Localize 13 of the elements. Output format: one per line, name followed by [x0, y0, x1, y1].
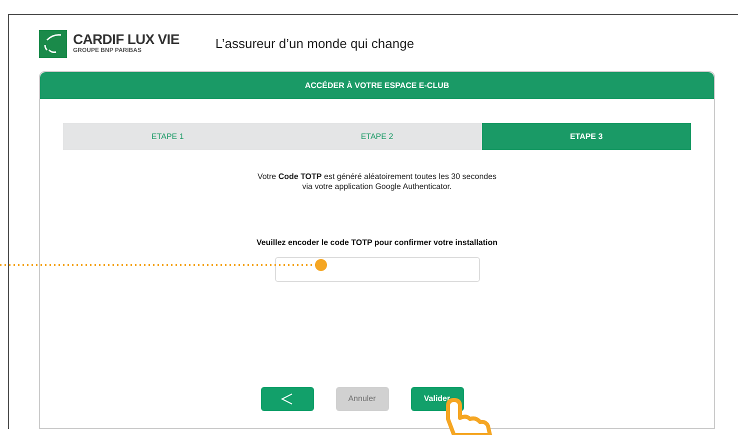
step-tab[interactable]: ETAPE 3	[482, 123, 691, 150]
panel-title: ACCÉDER À VOTRE ESPACE E-CLUB	[304, 80, 450, 92]
back-button[interactable]	[260, 387, 314, 411]
code-field[interactable]	[274, 257, 480, 282]
intro-text: Votre Code TOTP est généré aléatoirement toutes les 30 secondes	[257, 172, 497, 182]
field-label: Veuillez encoder le code TOTP pour confirmer votre installation	[256, 237, 498, 249]
chevron-left-icon	[280, 392, 294, 406]
tagline: L’assureur d’un monde qui change	[215, 35, 414, 54]
logo-icon	[39, 30, 67, 58]
intro-text: via votre application Google Authenticator.	[302, 182, 452, 192]
step-tab[interactable]: ETAPE 2	[272, 123, 482, 150]
step-tab[interactable]: ETAPE 1	[63, 123, 272, 150]
brand-name: CARDIF LUX VIE	[73, 32, 180, 46]
